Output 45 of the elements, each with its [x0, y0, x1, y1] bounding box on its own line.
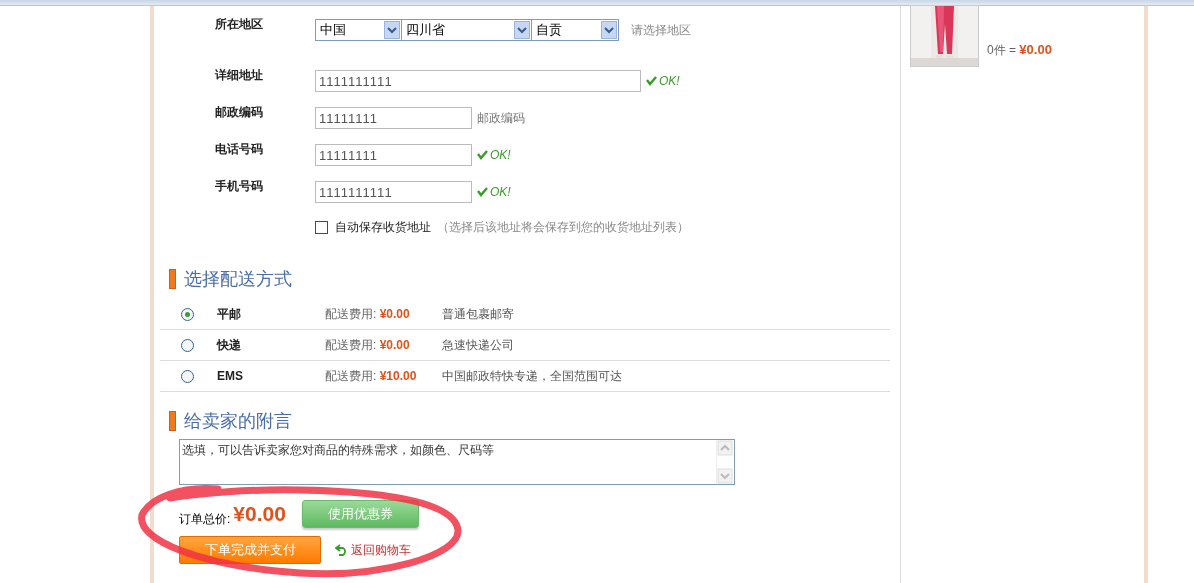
- validation-ok: OK!: [477, 185, 511, 199]
- field-label: 详细地址: [215, 67, 264, 84]
- shipping-name: 平邮: [217, 305, 242, 323]
- radio-button[interactable]: [181, 369, 194, 383]
- hint-text: 邮政编码: [477, 109, 525, 127]
- shipping-fee: 配送费用: ¥0.00: [325, 336, 411, 354]
- input-field[interactable]: 1111111111: [315, 70, 641, 92]
- total-amount: ¥0.00: [233, 502, 286, 526]
- radio-button[interactable]: [181, 338, 194, 352]
- shipping-description: 中国邮政特快专递，全国范围可达: [442, 367, 622, 385]
- back-link[interactable]: 返回购物车: [335, 541, 411, 559]
- shipping-fee: 配送费用: ¥0.00: [325, 305, 411, 323]
- shipping-name: 快递: [217, 336, 242, 354]
- checkbox-label: 自动保存收货地址: [335, 218, 431, 236]
- section-title: 给卖家的附言: [184, 410, 292, 433]
- check-icon: [477, 187, 488, 197]
- section-marker: [169, 411, 176, 431]
- shipping-description: 普通包裹邮寄: [442, 305, 514, 323]
- field-label: 邮政编码: [215, 104, 264, 121]
- shipping-name: EMS: [217, 369, 244, 383]
- return-arrow-icon: [335, 544, 349, 556]
- message-textarea[interactable]: 选填，可以告诉卖家您对商品的特殊需求，如颜色、尺码等: [179, 439, 735, 485]
- note-text: （选择后该地址将会保存到您的收货地址列表）: [437, 218, 689, 236]
- check-icon: [646, 76, 657, 86]
- hint-text: 请选择地区: [631, 21, 691, 39]
- caret-icon: [514, 21, 530, 39]
- validation-ok: OK!: [646, 74, 680, 88]
- validation-ok: OK!: [477, 148, 511, 162]
- cart-summary: 0件 = ¥0.00: [987, 42, 1052, 59]
- caret-icon: [601, 21, 617, 39]
- input-field[interactable]: 11111111: [315, 144, 472, 166]
- input-field[interactable]: 1111111111: [315, 181, 472, 203]
- shipping-fee: 配送费用: ¥10.00: [325, 367, 418, 385]
- section-title: 选择配送方式: [184, 268, 292, 291]
- field-label: 所在地区: [215, 16, 264, 33]
- input-field[interactable]: 11111111: [315, 107, 472, 129]
- field-label: 手机号码: [215, 178, 264, 195]
- checkbox[interactable]: [315, 220, 328, 234]
- caret-icon: [384, 21, 400, 39]
- check-icon: [477, 150, 488, 160]
- total-label: 订单总价:: [179, 510, 231, 528]
- radio-button[interactable]: [181, 307, 194, 321]
- field-label: 电话号码: [215, 141, 264, 158]
- shipping-description: 急速快递公司: [442, 336, 514, 354]
- section-marker: [169, 269, 176, 289]
